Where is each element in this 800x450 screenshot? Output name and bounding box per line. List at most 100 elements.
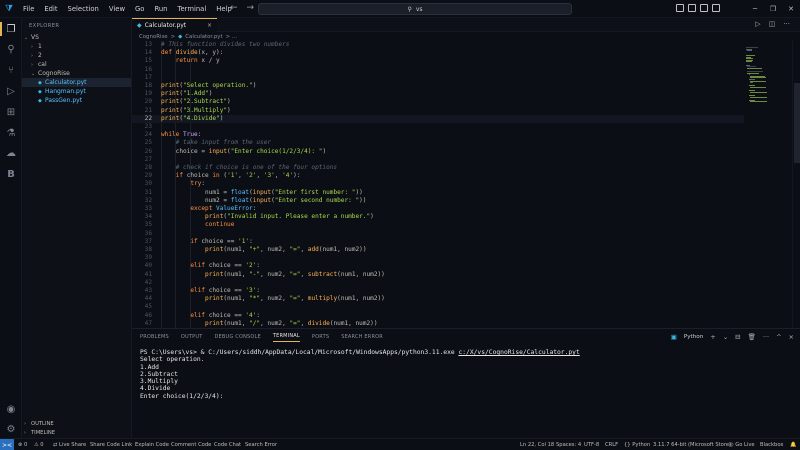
- tab-output[interactable]: OUTPUT: [181, 334, 203, 340]
- code-line[interactable]: 28 # check if choice is one of the four …: [132, 164, 744, 172]
- warnings-count[interactable]: ⚠ 0: [34, 439, 44, 450]
- breadcrumb-file[interactable]: Calculator.pyt: [185, 34, 222, 40]
- code-line[interactable]: 22 print("4.Divide"): [132, 114, 744, 123]
- code-line[interactable]: 17: [132, 74, 744, 82]
- encoding[interactable]: UTF-8: [584, 439, 599, 450]
- go-live-button[interactable]: ◎ Go Live: [729, 439, 755, 450]
- kill-terminal-icon[interactable]: 🗑: [748, 333, 756, 341]
- breadcrumb-folder[interactable]: CognoRise: [139, 34, 168, 40]
- tab-search-error[interactable]: SEARCH ERROR: [341, 334, 383, 340]
- explain-code-button[interactable]: Explain Code: [135, 439, 169, 450]
- code-line[interactable]: 45: [132, 303, 744, 311]
- source-control-icon[interactable]: ⑂: [4, 63, 18, 77]
- tab-terminal[interactable]: TERMINAL: [272, 333, 300, 342]
- account-icon[interactable]: ◉: [4, 402, 18, 416]
- terminal-dropdown-icon[interactable]: ⌄: [723, 333, 728, 341]
- toggle-panel-icon[interactable]: [688, 4, 696, 12]
- timeline-section[interactable]: › TIMELINE: [22, 429, 132, 438]
- blackbox-icon[interactable]: B: [4, 167, 18, 181]
- minimap[interactable]: [744, 41, 792, 328]
- code-line[interactable]: 37 if choice == '1':: [132, 238, 744, 246]
- tree-folder-item[interactable]: › 1: [22, 42, 131, 51]
- code-line[interactable]: 34 print("Invalid input. Please enter a …: [132, 213, 744, 221]
- code-line[interactable]: 23: [132, 123, 744, 131]
- menu-selection[interactable]: Selection: [63, 0, 104, 18]
- forward-arrow-icon[interactable]: →: [247, 3, 255, 13]
- code-line[interactable]: 13 # This function divides two numbers: [132, 41, 744, 49]
- tab-debug-console[interactable]: DEBUG CONSOLE: [214, 334, 260, 340]
- code-line[interactable]: 20 print("2.Subtract"): [132, 98, 744, 106]
- breadcrumb-more[interactable]: > ...: [226, 34, 237, 40]
- manage-gear-icon[interactable]: ⚙: [4, 422, 18, 436]
- more-icon[interactable]: ···: [763, 333, 769, 341]
- code-line[interactable]: 43 elif choice == '3':: [132, 287, 744, 295]
- restore-icon[interactable]: ❐: [764, 0, 782, 18]
- command-center-search[interactable]: ⚲ vs: [258, 3, 572, 15]
- search-icon[interactable]: ⚲: [4, 42, 18, 56]
- split-terminal-icon[interactable]: ⊟: [735, 333, 740, 341]
- errors-count[interactable]: ⊗ 0: [18, 439, 27, 450]
- menu-go[interactable]: Go: [130, 0, 149, 18]
- terminal-output[interactable]: PS C:\Users\vs> & C:/Users/siddh/AppData…: [140, 349, 790, 400]
- run-file-icon[interactable]: ▷: [755, 20, 760, 28]
- menu-edit[interactable]: Edit: [39, 0, 62, 18]
- run-debug-icon[interactable]: ▷: [4, 84, 18, 98]
- more-actions-icon[interactable]: ···: [783, 20, 790, 28]
- terminal-script-path[interactable]: c:/X/vs/CognoRise/Calculator.pyt: [458, 349, 579, 356]
- customize-layout-icon[interactable]: [712, 4, 720, 12]
- minimize-icon[interactable]: ─: [746, 0, 764, 18]
- code-line[interactable]: 33 except ValueError:: [132, 205, 744, 213]
- code-line[interactable]: 32 num2 = float(input("Enter second numb…: [132, 197, 744, 205]
- extensions-icon[interactable]: ⊞: [4, 105, 18, 119]
- split-editor-icon[interactable]: ◫: [769, 20, 776, 28]
- code-line[interactable]: 27: [132, 156, 744, 164]
- blackbox-status[interactable]: Blackbox: [760, 439, 783, 450]
- menu-view[interactable]: View: [104, 0, 130, 18]
- code-line[interactable]: 14 def divide(x, y):: [132, 49, 744, 57]
- comment-code-button[interactable]: Comment Code: [171, 439, 211, 450]
- live-share-button[interactable]: ⇄ Live Share: [53, 439, 86, 450]
- language-mode[interactable]: {} Python: [624, 439, 650, 450]
- search-error-button[interactable]: Search Error: [245, 439, 277, 450]
- remote-explorer-icon[interactable]: ☁: [4, 146, 18, 160]
- testing-icon[interactable]: ⚗: [4, 126, 18, 140]
- code-line[interactable]: 40 elif choice == '2':: [132, 262, 744, 270]
- code-line[interactable]: 26 choice = input("Enter choice(1/2/3/4)…: [132, 148, 744, 156]
- tree-folder-item[interactable]: › 2: [22, 51, 131, 60]
- terminal-selector[interactable]: Python: [684, 334, 703, 340]
- code-line[interactable]: 44 print(num1, "*", num2, "=", multiply(…: [132, 295, 744, 303]
- code-line[interactable]: 47 print(num1, "/", num2, "=", divide(nu…: [132, 320, 744, 328]
- code-line[interactable]: 30 try:: [132, 180, 744, 188]
- code-editor[interactable]: 13 # This function divides two numbers 14 d…: [132, 41, 744, 328]
- new-terminal-icon[interactable]: +: [710, 333, 715, 341]
- share-code-link-button[interactable]: Share Code Link: [90, 439, 132, 450]
- tab-ports[interactable]: PORTS: [312, 334, 329, 340]
- cursor-position[interactable]: Ln 22, Col 18: [520, 439, 554, 450]
- code-line[interactable]: 15 return x / y: [132, 57, 744, 65]
- menu-terminal[interactable]: Terminal: [173, 0, 212, 18]
- code-line[interactable]: 38 print(num1, "+", num2, "=", add(num1,…: [132, 246, 744, 254]
- code-line[interactable]: 19 print("1.Add"): [132, 90, 744, 98]
- tree-file-item[interactable]: ◆ Calculator.pyt: [22, 78, 131, 87]
- maximize-panel-icon[interactable]: ^: [776, 333, 781, 341]
- code-line[interactable]: 18 print("Select operation."): [132, 82, 744, 90]
- close-window-icon[interactable]: ✕: [782, 0, 800, 18]
- code-line[interactable]: 21 print("3.Multiply"): [132, 107, 744, 115]
- close-tab-icon[interactable]: ×: [207, 22, 212, 29]
- line-ending[interactable]: CRLF: [605, 439, 618, 450]
- tree-folder-item[interactable]: › cal: [22, 60, 131, 69]
- notifications-bell-icon[interactable]: 🔔: [790, 439, 796, 450]
- code-line[interactable]: 42: [132, 279, 744, 287]
- indentation[interactable]: Spaces: 4: [556, 439, 581, 450]
- tab-calculator[interactable]: ◆ Calculator.pyt ×: [132, 18, 217, 32]
- toggle-secondary-sidebar-icon[interactable]: [700, 4, 708, 12]
- code-chat-button[interactable]: Code Chat: [214, 439, 241, 450]
- tab-problems[interactable]: PROBLEMS: [140, 334, 169, 340]
- tree-file-item[interactable]: ◆ PassGen.pyt: [22, 96, 131, 105]
- code-line[interactable]: 16: [132, 66, 744, 74]
- code-line[interactable]: 46 elif choice == '4':: [132, 312, 744, 320]
- tree-folder-item[interactable]: ⌄ CognoRise: [22, 69, 131, 78]
- code-line[interactable]: 31 num1 = float(input("Enter first numbe…: [132, 189, 744, 197]
- remote-indicator[interactable]: ><: [0, 439, 14, 450]
- code-line[interactable]: 25 # take input from the user: [132, 139, 744, 147]
